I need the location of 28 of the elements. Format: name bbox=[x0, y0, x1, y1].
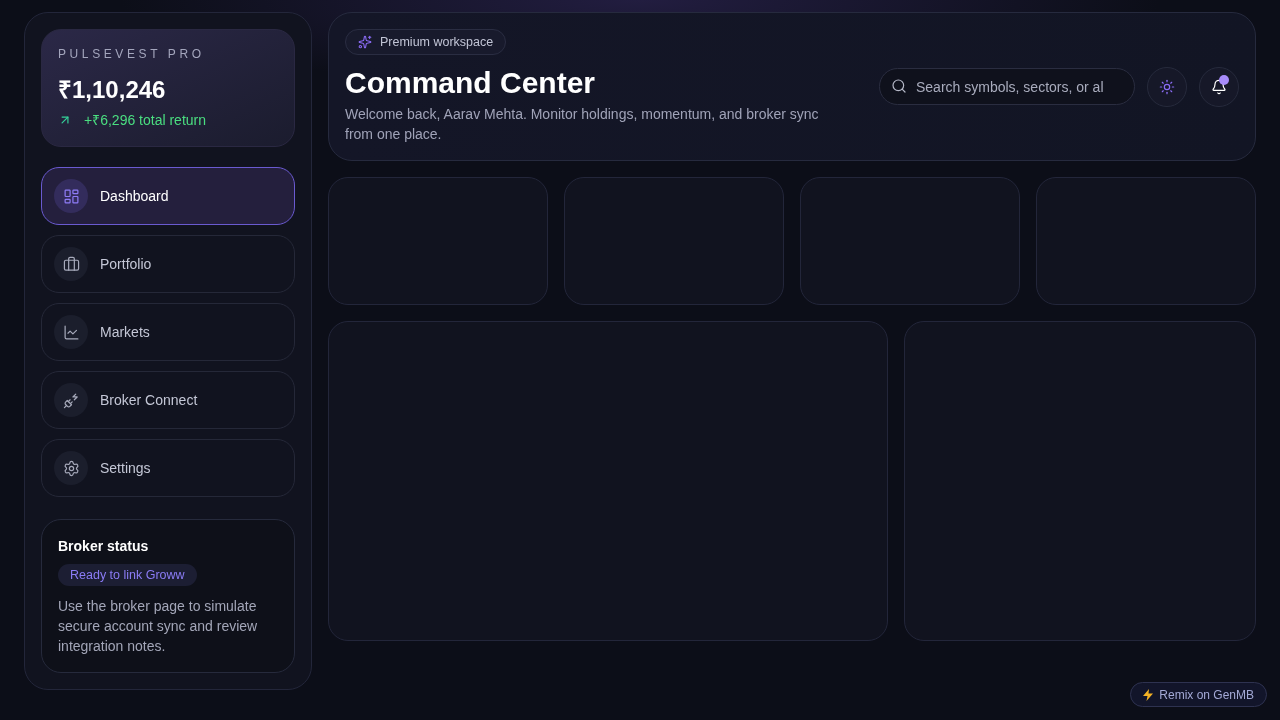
plug-icon bbox=[54, 383, 88, 417]
nav-item[interactable]: Portfolio bbox=[41, 235, 295, 293]
nav-item[interactable]: Broker Connect bbox=[41, 371, 295, 429]
bell-icon bbox=[1211, 78, 1227, 95]
lightning-icon bbox=[1143, 688, 1154, 701]
nav-item[interactable]: Settings bbox=[41, 439, 295, 497]
nav-item[interactable]: Markets bbox=[41, 303, 295, 361]
remix-link[interactable]: Remix on GenMB bbox=[1130, 682, 1267, 707]
grid-icon bbox=[54, 179, 88, 213]
search-icon bbox=[891, 78, 907, 94]
workspace-badge: Premium workspace bbox=[345, 29, 507, 55]
portfolio-balance: ₹1,10,246 bbox=[58, 75, 167, 105]
sun-icon bbox=[1159, 78, 1175, 95]
brand-name: PULSEVEST PRO bbox=[58, 46, 206, 62]
page-title: Command Center bbox=[345, 65, 596, 101]
settings-icon bbox=[54, 451, 88, 485]
status-badge: Ready to link Groww bbox=[58, 564, 197, 586]
theme-button[interactable] bbox=[1147, 66, 1187, 107]
briefcase-icon bbox=[54, 247, 88, 281]
broker-status-text: Use the broker page to simulate secure account sync and review integration notes. bbox=[58, 597, 259, 656]
sparkles-icon bbox=[358, 35, 372, 49]
broker-status-title: Broker status bbox=[58, 537, 149, 556]
line-chart-icon bbox=[54, 315, 88, 349]
search-field[interactable]: Search symbols, sectors, or al bbox=[879, 68, 1135, 105]
total-return: +₹6,296 total return bbox=[84, 111, 207, 130]
page-subtitle: Welcome back, Aarav Mehta. Monitor holdings, momentum, and broker sync from one place. bbox=[345, 105, 820, 144]
nav-item[interactable]: Dashboard bbox=[41, 167, 295, 225]
notifications-button[interactable] bbox=[1199, 66, 1239, 107]
